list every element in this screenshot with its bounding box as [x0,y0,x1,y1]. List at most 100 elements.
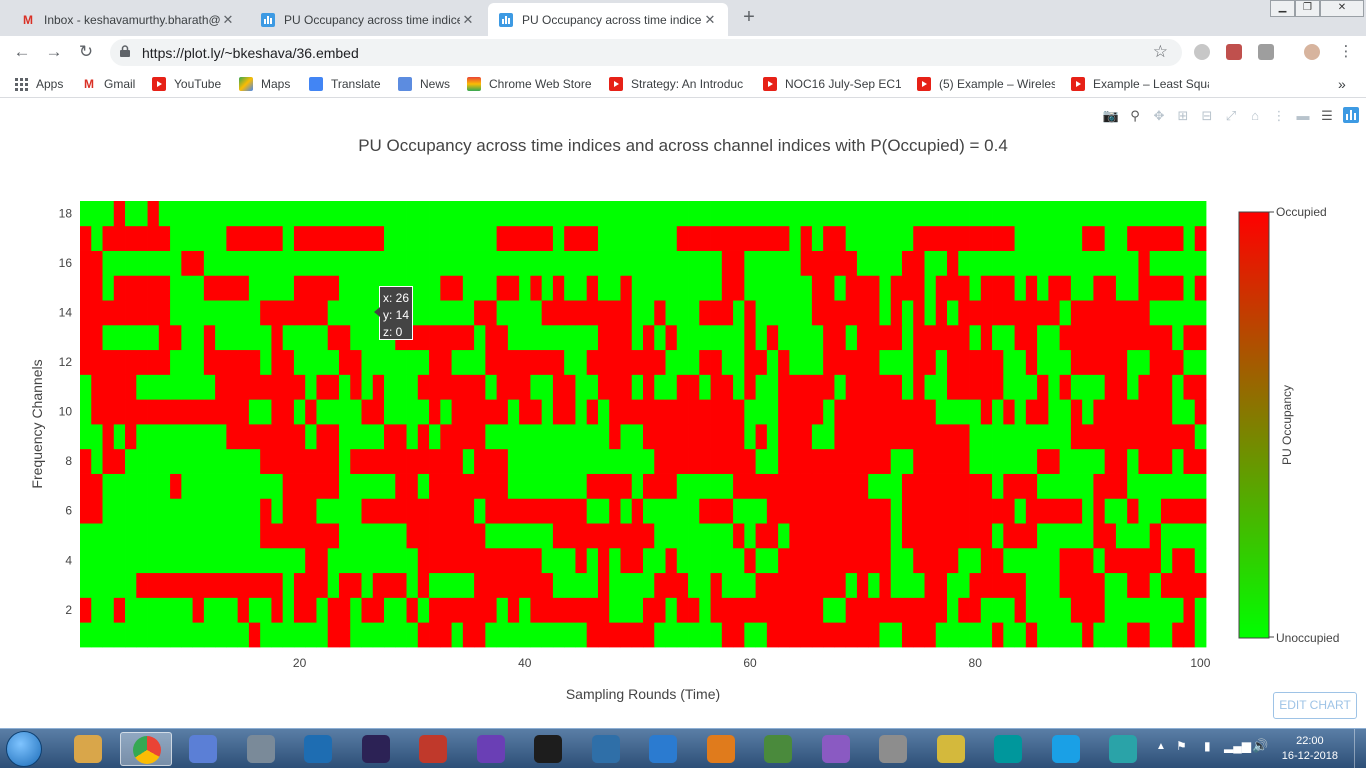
heatmap-cell[interactable] [417,399,430,425]
heatmap-cell[interactable] [575,547,588,574]
heatmap-cell[interactable] [868,399,880,425]
heatmap-cell[interactable] [226,448,239,474]
heatmap-cell[interactable] [136,523,148,549]
heatmap-cell[interactable] [1127,498,1139,524]
heatmap-cell[interactable] [80,424,92,450]
heatmap-cell[interactable] [1037,250,1049,276]
heatmap-cell[interactable] [1014,448,1027,474]
heatmap-cell[interactable] [305,473,317,499]
heatmap-cell[interactable] [316,349,329,375]
heatmap-cell[interactable] [102,523,115,549]
heatmap-cell[interactable] [429,250,441,276]
heatmap-cell[interactable] [609,572,621,598]
heatmap-cell[interactable] [451,349,464,375]
heatmap-cell[interactable] [417,473,430,499]
heatmap-cell[interactable] [924,374,937,400]
heatmap-cell[interactable] [496,201,509,227]
heatmap-cell[interactable] [237,547,250,574]
heatmap-cell[interactable] [969,225,982,251]
heatmap-cell[interactable] [654,424,666,450]
heatmap-cell[interactable] [113,201,126,227]
heatmap-cell[interactable] [158,473,171,499]
heatmap-cell[interactable] [721,250,734,276]
heatmap-cell[interactable] [541,424,554,450]
heatmap-cell[interactable] [395,622,407,648]
heatmap-cell[interactable] [282,622,295,648]
heatmap-cell[interactable] [237,473,250,499]
heatmap-cell[interactable] [879,374,892,400]
heatmap-cell[interactable] [474,597,486,623]
heatmap-cell[interactable] [203,622,216,648]
heatmap-cell[interactable] [958,250,970,276]
heatmap-cell[interactable] [856,424,869,450]
heatmap-cell[interactable] [125,547,137,574]
heatmap-cell[interactable] [800,349,813,375]
heatmap-cell[interactable] [271,572,284,598]
heatmap-cell[interactable] [384,225,396,251]
heatmap-cell[interactable] [631,275,644,301]
heatmap-cell[interactable] [744,523,756,549]
heatmap-cell[interactable] [699,523,711,549]
heatmap-cell[interactable] [631,424,644,450]
heatmap-cell[interactable] [429,201,441,227]
heatmap-cell[interactable] [316,448,329,474]
heatmap-cell[interactable] [676,448,689,474]
heatmap-cell[interactable] [609,324,621,351]
heatmap-cell[interactable] [496,547,509,574]
heatmap-cell[interactable] [766,498,779,524]
heatmap-cell[interactable] [597,225,610,251]
heatmap-cell[interactable] [1025,572,1038,598]
heatmap-cell[interactable] [575,225,588,251]
heatmap-cell[interactable] [113,547,126,574]
heatmap-cell[interactable] [136,250,148,276]
extension-icon[interactable] [1258,44,1274,60]
heatmap-cell[interactable] [631,572,644,598]
heatmap-cell[interactable] [924,225,937,251]
heatmap-cell[interactable] [170,225,182,251]
heatmap-cell[interactable] [429,448,441,474]
heatmap-cell[interactable] [338,424,351,450]
heatmap-cell[interactable] [474,275,486,301]
heatmap-cell[interactable] [800,201,813,227]
heatmap-cell[interactable] [609,448,621,474]
heatmap-cell[interactable] [113,399,126,425]
acrobat-extension-icon[interactable] [1226,44,1242,60]
heatmap-cell[interactable] [879,324,892,351]
heatmap-cell[interactable] [350,324,362,351]
restore-button[interactable]: ❐ [1295,0,1320,17]
heatmap-cell[interactable] [879,597,892,623]
heatmap-cell[interactable] [947,300,959,326]
heatmap-cell[interactable] [440,473,452,499]
heatmap-cell[interactable] [102,324,115,351]
heatmap-cell[interactable] [519,547,531,574]
heatmap-cell[interactable] [395,201,407,227]
heatmap-cell[interactable] [575,201,588,227]
power-icon[interactable]: ▮ [1204,739,1211,753]
heatmap-cell[interactable] [541,498,554,524]
heatmap-cell[interactable] [1093,448,1106,474]
heatmap-cell[interactable] [1172,547,1184,574]
heatmap-cell[interactable] [1037,572,1049,598]
heatmap-cell[interactable] [1183,374,1196,400]
heatmap-cell[interactable] [631,201,644,227]
heatmap-cell[interactable] [136,324,148,351]
heatmap-cell[interactable] [958,622,970,648]
heatmap-cell[interactable] [969,324,982,351]
heatmap-cell[interactable] [327,597,340,623]
heatmap-cell[interactable] [384,523,396,549]
heatmap-cell[interactable] [834,225,847,251]
heatmap-cell[interactable] [935,399,948,425]
heatmap-cell[interactable] [203,448,216,474]
heatmap-cell[interactable] [372,523,385,549]
heatmap-cell[interactable] [800,572,813,598]
heatmap-cell[interactable] [564,349,576,375]
heatmap-cell[interactable] [552,523,565,549]
heatmap-cell[interactable] [890,225,903,251]
heatmap-cell[interactable] [1104,523,1117,549]
heatmap-cell[interactable] [1183,622,1196,648]
heatmap-cell[interactable] [710,473,723,499]
heatmap-cell[interactable] [327,399,340,425]
heatmap-cell[interactable] [766,250,779,276]
heatmap-cell[interactable] [507,399,520,425]
heatmap-cell[interactable] [721,498,734,524]
